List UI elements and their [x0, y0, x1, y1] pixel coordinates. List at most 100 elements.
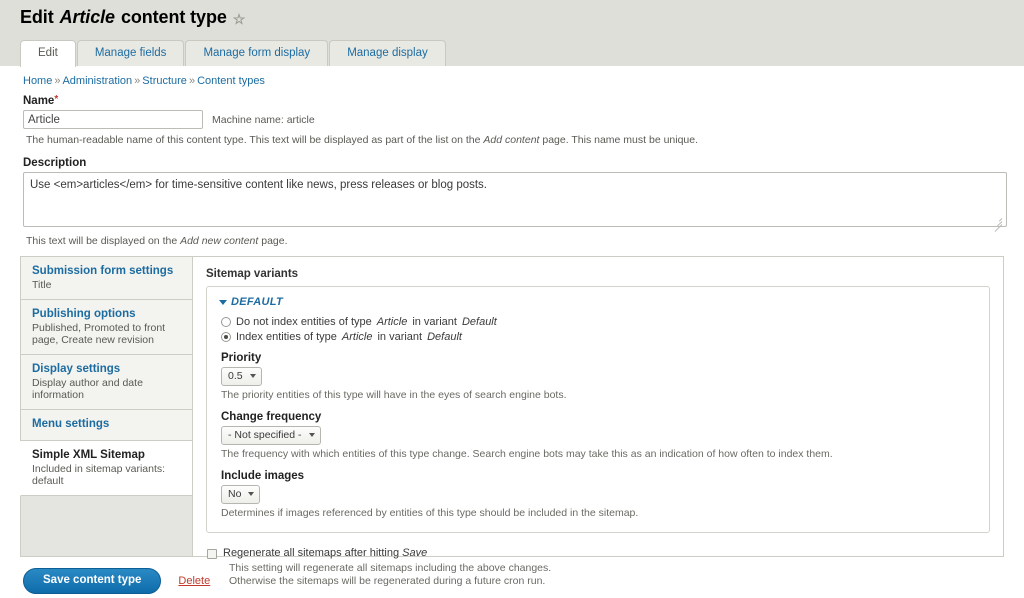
- chevron-down-icon: [219, 300, 227, 305]
- tab-manage-display-label: Manage display: [347, 47, 428, 59]
- radio-index-entity: Article: [342, 331, 373, 343]
- change-frequency-help: The frequency with which entities of thi…: [221, 448, 977, 461]
- radio-do-not-index-pre: Do not index entities of type: [236, 316, 372, 328]
- vertical-tab-title: Submission form settings: [32, 264, 183, 278]
- change-frequency-value: - Not specified -: [228, 428, 302, 442]
- name-label-text: Name: [23, 95, 54, 107]
- include-images-label: Include images: [221, 470, 977, 482]
- tab-manage-fields-label: Manage fields: [95, 47, 167, 59]
- chevron-down-icon: [309, 433, 315, 437]
- regenerate-help-line2: Otherwise the sitemaps will be regenerat…: [229, 575, 990, 588]
- tab-manage-form-display[interactable]: Manage form display: [185, 40, 328, 66]
- radio-do-not-index-entity: Article: [377, 316, 408, 328]
- include-images-value: No: [228, 487, 241, 501]
- description-help-emphasis: Add new content: [180, 235, 258, 247]
- description-help: This text will be displayed on the Add n…: [23, 230, 1004, 248]
- vertical-tab-display-settings[interactable]: Display settings Display author and date…: [21, 355, 192, 410]
- page-title-emphasis: Article: [60, 7, 115, 28]
- regenerate-block: Regenerate all sitemaps after hitting Sa…: [206, 547, 990, 588]
- radio-do-not-index-variant: Default: [462, 316, 497, 328]
- vertical-tabs-menu: Submission form settings Title Publishin…: [21, 257, 193, 556]
- name-description-emphasis: Add content: [483, 134, 539, 146]
- breadcrumb-separator: »: [132, 75, 142, 87]
- breadcrumb-item-structure[interactable]: Structure: [142, 75, 187, 87]
- save-content-type-button[interactable]: Save content type: [23, 568, 161, 594]
- page-title: Edit Article content type ☆: [20, 0, 1024, 28]
- radio-index-mid: in variant: [377, 331, 422, 343]
- vertical-tab-summary: Published, Promoted to front page, Creat…: [32, 322, 183, 346]
- vertical-tab-summary: Display author and date information: [32, 377, 183, 401]
- regenerate-checkbox[interactable]: [207, 549, 217, 559]
- tab-edit[interactable]: Edit: [20, 40, 76, 67]
- vertical-tab-title: Publishing options: [32, 307, 183, 321]
- change-frequency-label: Change frequency: [221, 411, 977, 423]
- vertical-tab-publishing-options[interactable]: Publishing options Published, Promoted t…: [21, 300, 192, 355]
- main-content: Home»Administration»Structure»Content ty…: [0, 66, 1024, 594]
- primary-tabs: Edit Manage fields Manage form display M…: [20, 40, 446, 66]
- breadcrumb-separator: »: [52, 75, 62, 87]
- vertical-tab-simple-xml-sitemap[interactable]: Simple XML Sitemap Included in sitemap v…: [20, 441, 192, 496]
- description-textarea[interactable]: Use <em>articles</em> for time-sensitive…: [23, 172, 1007, 227]
- vertical-tab-title: Menu settings: [32, 417, 183, 431]
- regenerate-label-pre: Regenerate all sitemaps after hitting: [223, 547, 402, 559]
- radio-index-pre: Index entities of type: [236, 331, 337, 343]
- priority-label: Priority: [221, 352, 977, 364]
- vertical-tab-pane: Sitemap variants DEFAULT Do not index en…: [193, 257, 1003, 556]
- breadcrumb-item-content-types[interactable]: Content types: [197, 75, 265, 87]
- radio-index[interactable]: [221, 332, 231, 342]
- include-images-select[interactable]: No: [221, 485, 260, 504]
- vertical-tab-menu-settings[interactable]: Menu settings: [21, 410, 192, 441]
- tab-manage-display[interactable]: Manage display: [329, 40, 446, 66]
- radio-do-not-index[interactable]: [221, 317, 231, 327]
- machine-name-text: Machine name: article: [212, 114, 315, 126]
- tab-edit-label: Edit: [38, 47, 58, 59]
- vertical-tab-submission-form-settings[interactable]: Submission form settings Title: [21, 257, 192, 300]
- vertical-tab-title: Simple XML Sitemap: [32, 448, 183, 462]
- regenerate-help: This setting will regenerate all sitemap…: [229, 562, 990, 588]
- vertical-tab-summary: Included in sitemap variants: default: [32, 463, 183, 487]
- name-description: The human-readable name of this content …: [23, 129, 1004, 147]
- regenerate-label: Regenerate all sitemaps after hitting Sa…: [223, 547, 427, 559]
- tab-manage-fields[interactable]: Manage fields: [77, 40, 185, 66]
- name-input[interactable]: [23, 110, 203, 129]
- priority-select[interactable]: 0.5: [221, 367, 262, 386]
- sitemap-variants-label: Sitemap variants: [206, 268, 990, 280]
- breadcrumb-item-home[interactable]: Home: [23, 75, 52, 87]
- tab-manage-form-display-label: Manage form display: [203, 47, 310, 59]
- sitemap-variants-box: DEFAULT Do not index entities of type Ar…: [206, 286, 990, 533]
- page-title-prefix: Edit: [20, 7, 54, 28]
- vertical-tab-title: Display settings: [32, 362, 183, 376]
- name-label: Name*: [23, 95, 1004, 107]
- description-form-item: Description Use <em>articles</em> for ti…: [20, 157, 1004, 248]
- radio-do-not-index-mid: in variant: [412, 316, 457, 328]
- name-row: Machine name: article: [23, 110, 1004, 129]
- variant-default-label: DEFAULT: [231, 296, 283, 308]
- breadcrumb: Home»Administration»Structure»Content ty…: [20, 66, 1004, 95]
- description-help-post: page.: [258, 235, 287, 247]
- name-form-item: Name* Machine name: article The human-re…: [20, 95, 1004, 147]
- regenerate-label-emphasis: Save: [402, 547, 427, 559]
- priority-value: 0.5: [228, 369, 243, 383]
- radio-do-not-index-row[interactable]: Do not index entities of type Article in…: [219, 316, 977, 328]
- description-textarea-wrap: Use <em>articles</em> for time-sensitive…: [23, 172, 1004, 230]
- radio-index-variant: Default: [427, 331, 462, 343]
- vertical-tabs: Submission form settings Title Publishin…: [20, 256, 1004, 557]
- description-help-pre: This text will be displayed on the: [26, 235, 180, 247]
- chevron-down-icon: [250, 374, 256, 378]
- regenerate-help-line1: This setting will regenerate all sitemap…: [229, 562, 990, 575]
- breadcrumb-separator: »: [187, 75, 197, 87]
- variant-default-summary[interactable]: DEFAULT: [219, 296, 977, 308]
- description-label: Description: [23, 157, 1004, 169]
- name-description-post: page. This name must be unique.: [539, 134, 698, 146]
- regenerate-checkbox-row[interactable]: Regenerate all sitemaps after hitting Sa…: [207, 547, 990, 559]
- priority-help: The priority entities of this type will …: [221, 389, 977, 402]
- page-header: Edit Article content type ☆ Edit Manage …: [0, 0, 1024, 66]
- radio-index-row[interactable]: Index entities of type Article in varian…: [219, 331, 977, 343]
- change-frequency-select[interactable]: - Not specified -: [221, 426, 321, 445]
- star-outline-icon[interactable]: ☆: [233, 12, 245, 26]
- chevron-down-icon: [248, 492, 254, 496]
- include-images-help: Determines if images referenced by entit…: [221, 507, 977, 520]
- vertical-tab-summary: Title: [32, 279, 183, 291]
- name-description-pre: The human-readable name of this content …: [26, 134, 483, 146]
- breadcrumb-item-administration[interactable]: Administration: [62, 75, 132, 87]
